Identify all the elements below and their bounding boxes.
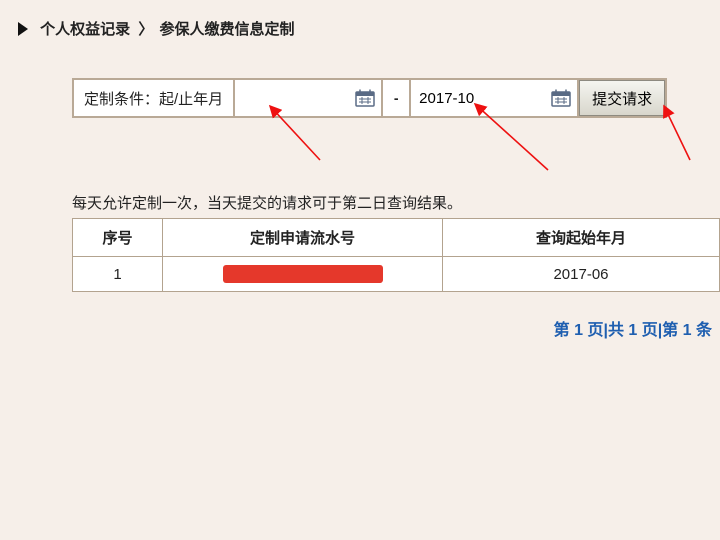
range-dash: - — [383, 78, 411, 118]
pagination-text: 第 1 页|共 1 页|第 1 条 — [554, 322, 712, 339]
calendar-icon[interactable] — [355, 89, 375, 107]
redacted-serial — [223, 265, 383, 283]
col-start-month: 查询起始年月 — [443, 219, 720, 257]
to-month-cell — [411, 78, 579, 118]
cell-seq: 1 — [73, 257, 163, 292]
col-serial: 定制申请流水号 — [163, 219, 443, 257]
cell-serial — [163, 257, 443, 292]
col-seq: 序号 — [73, 219, 163, 257]
filter-row: 定制条件：起/止年月 - — [72, 78, 712, 118]
submit-cell: 提交请求 — [579, 78, 667, 118]
breadcrumb-section: 个人权益记录 — [40, 21, 130, 38]
breadcrumb-page: 参保人缴费信息定制 — [160, 21, 295, 38]
table-header-row: 序号 定制申请流水号 查询起始年月 — [73, 219, 720, 257]
calendar-icon[interactable] — [551, 89, 571, 107]
results-table-wrap: 序号 定制申请流水号 查询起始年月 1 2017-06 — [72, 218, 720, 292]
breadcrumb-separator: 〉 — [138, 21, 151, 38]
submit-button[interactable]: 提交请求 — [579, 80, 665, 116]
table-row: 1 2017-06 — [73, 257, 720, 292]
breadcrumb: 个人权益记录 〉 参保人缴费信息定制 — [18, 18, 295, 39]
from-month-cell — [235, 78, 383, 118]
hint-text: 每天允许定制一次，当天提交的请求可于第二日查询结果。 — [72, 192, 462, 213]
filter-label: 定制条件：起/止年月 — [84, 88, 223, 109]
results-table: 序号 定制申请流水号 查询起始年月 1 2017-06 — [72, 218, 720, 292]
triangle-right-icon — [18, 22, 28, 36]
cell-start-month: 2017-06 — [443, 257, 720, 292]
filter-label-cell: 定制条件：起/止年月 — [72, 78, 235, 118]
pagination: 第 1 页|共 1 页|第 1 条 — [554, 316, 712, 340]
